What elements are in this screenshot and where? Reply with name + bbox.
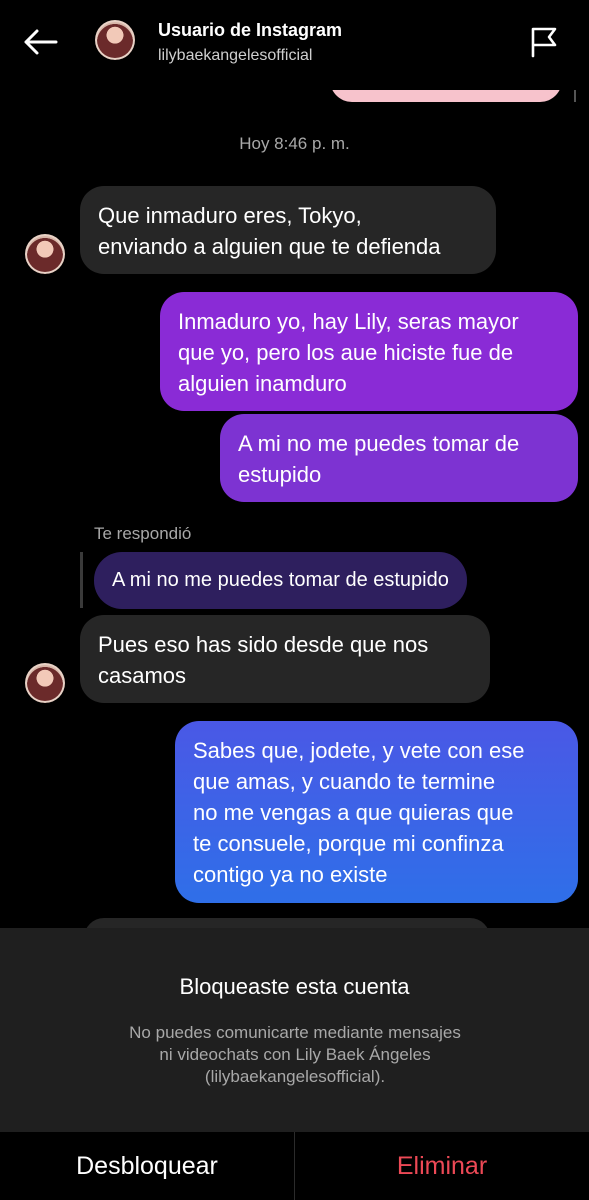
message-line: que yo, pero los aue hiciste fue de xyxy=(178,340,514,365)
reply-label: Te respondió xyxy=(94,524,192,543)
blocked-description-line: ni videochats con Lily Baek Ángeles xyxy=(159,1045,431,1064)
message-line: alguien inamduro xyxy=(178,371,347,396)
arrow-left-icon xyxy=(24,29,58,55)
header-avatar[interactable] xyxy=(95,20,135,60)
message-sent[interactable]: Inmaduro yo, hay Lily, seras mayor que y… xyxy=(160,292,578,411)
blocked-title: Bloqueaste esta cuenta xyxy=(179,974,410,999)
message-sent[interactable]: A mi no me puedes tomar de estupido xyxy=(220,414,578,502)
message-line: que amas, y cuando te termine xyxy=(193,769,496,794)
message-line: no me vengas a que quieras que xyxy=(193,800,514,825)
message-received[interactable]: Que inmaduro eres, Tokyo, enviando a alg… xyxy=(80,186,496,274)
message-line: contigo ya no existe xyxy=(193,862,388,887)
flag-icon xyxy=(531,27,557,58)
message-line: Sabes que, jodete, y vete con ese xyxy=(193,738,525,763)
blocked-description: No puedes comunicarte mediante mensajes … xyxy=(95,1022,495,1088)
reply-indicator-line xyxy=(80,552,83,608)
sender-avatar[interactable] xyxy=(25,234,65,274)
message-line: estupido xyxy=(238,462,322,487)
sender-avatar[interactable] xyxy=(25,663,65,703)
message-line: casamos xyxy=(98,663,187,688)
message-line: A mi no me puedes tomar de xyxy=(238,431,520,456)
report-button[interactable] xyxy=(522,22,566,62)
message-sent[interactable]: Sabes que, jodete, y vete con ese que am… xyxy=(175,721,578,903)
message-line: Que inmaduro eres, Tokyo, xyxy=(98,203,362,228)
unblock-button[interactable]: Desbloquear xyxy=(0,1132,294,1200)
header-username[interactable]: lilybaekangelesofficial xyxy=(158,47,312,65)
action-divider xyxy=(294,1132,295,1200)
quoted-message[interactable]: A mi no me puedes tomar de estupido xyxy=(94,552,467,609)
blocked-description-line: (lilybaekangelesofficial). xyxy=(204,1067,386,1086)
message-line: Inmaduro yo, hay Lily, seras mayor xyxy=(178,309,519,334)
message-line: te consuele, porque mi confinza xyxy=(193,831,504,856)
message-received[interactable]: Pues eso has sido desde que nos casamos xyxy=(80,615,490,703)
message-line: enviando a alguien que te defienda xyxy=(98,234,441,259)
header-title[interactable]: Usuario de Instagram xyxy=(158,20,342,41)
back-button[interactable] xyxy=(18,22,62,62)
message-line: Pues eso has sido desde que nos xyxy=(98,632,429,657)
chat-header xyxy=(0,0,589,90)
timestamp: Hoy 8:46 p. m. xyxy=(239,134,350,153)
blocked-description-line: No puedes comunicarte mediante mensajes xyxy=(129,1023,461,1042)
delete-button[interactable]: Eliminar xyxy=(295,1132,589,1200)
